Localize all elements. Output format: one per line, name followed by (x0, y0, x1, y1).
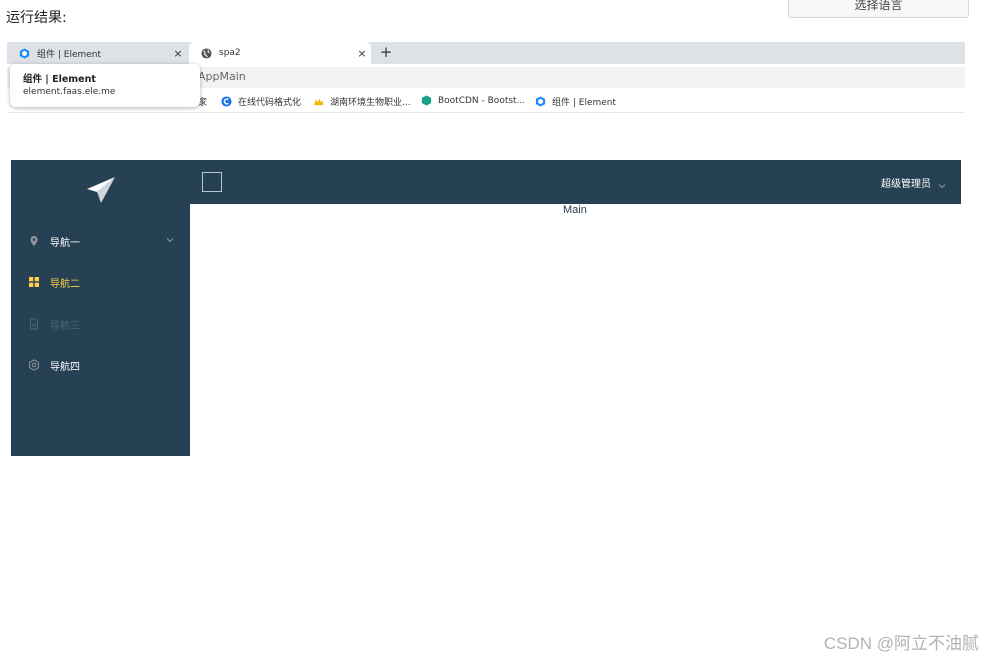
sidebar-item-nav1[interactable]: 导航一 (11, 226, 190, 256)
user-menu-name[interactable]: 超级管理员 (881, 175, 931, 190)
tab-spa2[interactable]: spa2 × (189, 42, 371, 64)
sidebar-item-label: 导航三 (50, 320, 80, 332)
blue-c-icon (221, 96, 232, 107)
globe-icon (201, 47, 212, 59)
main-content-text: Main (563, 204, 587, 216)
sidebar-item-nav2[interactable]: 导航二 (11, 267, 190, 297)
bookmark-item[interactable]: BootCDN - Bootst... (421, 95, 525, 106)
sidebar-item-nav4[interactable]: 导航四 (11, 350, 190, 380)
sidebar-item-label: 导航四 (50, 361, 80, 373)
bookmark-item[interactable]: 组件 | Element (535, 95, 616, 108)
csdn-watermark: CSDN @阿立不油腻 (823, 634, 979, 653)
menu-grid-icon (28, 276, 40, 288)
bookmark-label: 在线代码格式化 (238, 98, 302, 108)
bookmark-label: 湖南环境生物职业... (330, 98, 411, 108)
chevron-down-icon[interactable] (937, 176, 947, 189)
bookmark-item[interactable]: 湖南环境生物职业... (313, 95, 411, 108)
green-hex-icon (421, 95, 432, 106)
app-header: 超级管理员 (190, 160, 961, 204)
page-heading: 运行结果: (6, 10, 67, 26)
tab-title: 组件 | Element (37, 49, 102, 60)
paper-plane-logo-icon (85, 175, 117, 205)
bookmark-label: BootCDN - Bootst... (438, 95, 526, 106)
sidebar: 导航一 导航二 导航三 导航四 (11, 160, 190, 456)
sidebar-item-nav3: 导航三 (11, 309, 190, 339)
tab-close-icon[interactable]: × (169, 47, 187, 60)
document-icon (28, 318, 40, 330)
tooltip-title: 组件 | Element (23, 74, 96, 85)
tab-element[interactable]: 组件 | Element × (7, 42, 187, 64)
element-icon (19, 47, 30, 59)
tab-hover-tooltip: 组件 | Element element.faas.ele.me (10, 64, 200, 107)
browser-tabstrip: 组件 | Element × spa2 × + (7, 42, 965, 64)
setting-icon (28, 359, 40, 371)
tooltip-url: element.faas.ele.me (23, 87, 116, 97)
element-icon (535, 96, 546, 107)
collapse-toggle-button[interactable] (202, 172, 222, 192)
yellow-leaf-icon (313, 96, 324, 107)
sidebar-item-label: 导航一 (50, 237, 80, 249)
tab-close-icon[interactable]: × (353, 47, 371, 60)
select-language-button[interactable]: 选择语言 (788, 0, 969, 18)
address-text: AppMain (198, 70, 246, 83)
location-icon (28, 235, 40, 247)
tab-title: spa2 (219, 48, 241, 58)
bookmark-item[interactable]: 在线代码格式化 (221, 95, 301, 108)
new-tab-button[interactable]: + (375, 42, 397, 64)
bookmark-label: 组件 | Element (552, 98, 617, 108)
sidebar-item-label: 导航二 (50, 278, 80, 290)
chevron-down-icon (165, 235, 175, 245)
